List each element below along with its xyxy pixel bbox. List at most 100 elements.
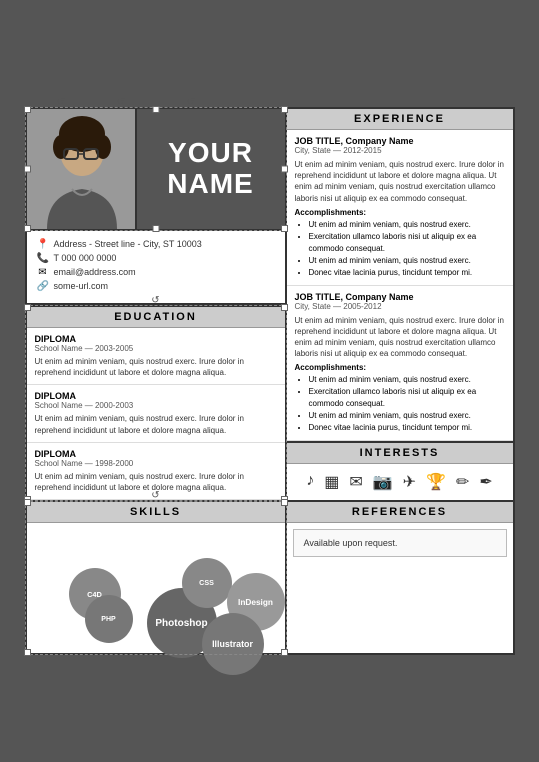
header-area: ↺ ↺ ↺: [27, 109, 285, 231]
left-column: ↺ ↺ ↺: [27, 109, 287, 653]
edu-school-0: School Name — 2003-2005: [35, 344, 277, 353]
rotate-icon-3[interactable]: ↺: [187, 97, 195, 108]
experience-header: EXPERIENCE: [287, 109, 513, 130]
handle-br[interactable]: [281, 225, 288, 232]
interest-icon-music: ♪: [306, 472, 314, 492]
resume-page: ↺ ↺ ↺: [25, 107, 515, 655]
edu-item-1: DIPLOMA School Name — 2000-2003 Ut enim …: [27, 385, 285, 442]
edu-desc-0: Ut enim ad minim veniam, quis nostrud ex…: [35, 356, 277, 378]
interest-icon-brush: ✒: [479, 472, 492, 492]
handle-ml[interactable]: [24, 165, 31, 172]
references-text: Available upon request.: [293, 529, 507, 557]
skill-bubble-php: PHP: [85, 595, 133, 643]
handle-tl[interactable]: [24, 106, 31, 113]
skill-bubble-illustrator: Illustrator: [202, 613, 264, 675]
main-layout: ↺ ↺ ↺: [27, 109, 513, 653]
exp-list-item-0-3: Donec vitae lacinia purus, tincidunt tem…: [309, 267, 505, 279]
exp-list-item-0-0: Ut enim ad minim veniam, quis nostrud ex…: [309, 219, 505, 231]
exp-list-0: Ut enim ad minim veniam, quis nostrud ex…: [295, 219, 505, 279]
rotate-icon-2[interactable]: ↺: [117, 97, 125, 108]
exp-title-0: JOB TITLE, Company Name: [295, 136, 505, 146]
contact-email: email@address.com: [54, 267, 136, 277]
interests-section: INTERESTS ♪ ▦ ✉ 📷 ✈ 🏆 ✏ ✒: [287, 443, 513, 502]
rotate-icon-1[interactable]: ↺: [57, 97, 65, 108]
edu-handle-tr[interactable]: [281, 304, 288, 311]
handle-mr[interactable]: [281, 165, 288, 172]
handle-tm[interactable]: [152, 106, 159, 113]
skills-handle-tl[interactable]: [24, 499, 31, 506]
interests-icons-container: ♪ ▦ ✉ 📷 ✈ 🏆 ✏ ✒: [287, 464, 513, 500]
exp-list-item-1-1: Exercitation ullamco laboris nisi ut ali…: [309, 386, 505, 410]
exp-list-item-0-1: Exercitation ullamco laboris nisi ut ali…: [309, 231, 505, 255]
exp-item-1: JOB TITLE, Company Name City, State — 20…: [287, 286, 513, 442]
contact-url-row: 🔗 some-url.com: [37, 281, 275, 292]
interest-icon-camera: 📷: [373, 472, 393, 492]
exp-company-text-1: Company Name: [346, 292, 414, 302]
edu-desc-1: Ut enim ad minim veniam, quis nostrud ex…: [35, 413, 277, 435]
skills-bubbles: C4DPHPPhotoshopCSSInDesignIllustrator: [27, 523, 285, 653]
exp-title-1: JOB TITLE, Company Name: [295, 292, 505, 302]
exp-title-text-1: JOB TITLE: [295, 292, 341, 302]
exp-list-item-1-0: Ut enim ad minim veniam, quis nostrud ex…: [309, 374, 505, 386]
name-box: YOUR NAME: [137, 109, 285, 229]
exp-location-0: City, State — 2012-2015: [295, 146, 505, 155]
person-photo: [27, 109, 137, 229]
skills-handle-br[interactable]: [281, 649, 288, 656]
skills-section: ↺ SKILLS C4DPHPPhotoshopCSSInDesignIllus…: [27, 500, 285, 653]
edu-item-0: DIPLOMA School Name — 2003-2005 Ut enim …: [27, 328, 285, 385]
interest-icon-film: ▦: [324, 472, 339, 492]
experience-section: EXPERIENCE JOB TITLE, Company Name City,…: [287, 109, 513, 444]
edu-degree-0: DIPLOMA: [35, 334, 277, 344]
skill-bubble-css: CSS: [182, 558, 232, 608]
exp-desc-1: Ut enim ad minim veniam, quis nostrud ex…: [295, 315, 505, 360]
rotate-icon-edu[interactable]: ↺: [151, 295, 159, 306]
contact-phone: T 000 000 0000: [54, 253, 117, 263]
exp-acc-label-0: Accomplishments:: [295, 208, 505, 217]
contact-address: Address - Street line - City, ST 10003: [54, 239, 202, 249]
interest-icon-plane: ✈: [403, 472, 416, 492]
contact-section: 📍 Address - Street line - City, ST 10003…: [27, 231, 285, 305]
references-section: REFERENCES Available upon request.: [287, 502, 513, 557]
handle-bl[interactable]: [24, 225, 31, 232]
exp-location-1: City, State — 2005-2012: [295, 302, 505, 311]
edu-handle-tl[interactable]: [24, 304, 31, 311]
contact-phone-row: 📞 T 000 000 0000: [37, 253, 275, 264]
exp-item-0: JOB TITLE, Company Name City, State — 20…: [287, 130, 513, 286]
skills-header: SKILLS: [27, 502, 285, 523]
right-column: EXPERIENCE JOB TITLE, Company Name City,…: [287, 109, 513, 653]
edu-degree-1: DIPLOMA: [35, 391, 277, 401]
interest-icon-trophy: 🏆: [426, 472, 446, 492]
email-icon: ✉: [37, 267, 49, 278]
edu-school-2: School Name — 1998-2000: [35, 459, 277, 468]
handle-tr[interactable]: [281, 106, 288, 113]
references-header: REFERENCES: [287, 502, 513, 523]
photo-box: [27, 109, 137, 229]
exp-acc-label-1: Accomplishments:: [295, 363, 505, 372]
contact-email-row: ✉ email@address.com: [37, 267, 275, 278]
name-text: YOUR NAME: [167, 138, 253, 200]
exp-title-text-0: JOB TITLE: [295, 136, 341, 146]
skills-handle-tr[interactable]: [281, 499, 288, 506]
rotate-icon-skills[interactable]: ↺: [151, 490, 159, 501]
edu-school-1: School Name — 2000-2003: [35, 401, 277, 410]
phone-icon: 📞: [37, 253, 49, 264]
interest-icon-mail: ✉: [349, 472, 362, 492]
exp-list-1: Ut enim ad minim veniam, quis nostrud ex…: [295, 374, 505, 434]
name-line2: NAME: [167, 169, 253, 200]
interests-header: INTERESTS: [287, 443, 513, 464]
handle-bm[interactable]: [152, 225, 159, 232]
exp-list-item-0-2: Ut enim ad minim veniam, quis nostrud ex…: [309, 255, 505, 267]
name-line1: YOUR: [167, 138, 253, 169]
contact-url: some-url.com: [54, 281, 109, 291]
url-icon: 🔗: [37, 281, 49, 292]
exp-list-item-1-3: Donec vitae lacinia purus, tincidunt tem…: [309, 422, 505, 434]
exp-list-item-1-2: Ut enim ad minim veniam, quis nostrud ex…: [309, 410, 505, 422]
contact-address-row: 📍 Address - Street line - City, ST 10003: [37, 239, 275, 250]
skills-handle-bl[interactable]: [24, 649, 31, 656]
address-icon: 📍: [37, 239, 49, 250]
education-section: ↺ EDUCATION DIPLOMA School Name — 2003-2…: [27, 305, 285, 500]
exp-desc-0: Ut enim ad minim veniam, quis nostrud ex…: [295, 159, 505, 204]
exp-company-text-0: Company Name: [346, 136, 414, 146]
education-header: EDUCATION: [27, 307, 285, 328]
edu-degree-2: DIPLOMA: [35, 449, 277, 459]
